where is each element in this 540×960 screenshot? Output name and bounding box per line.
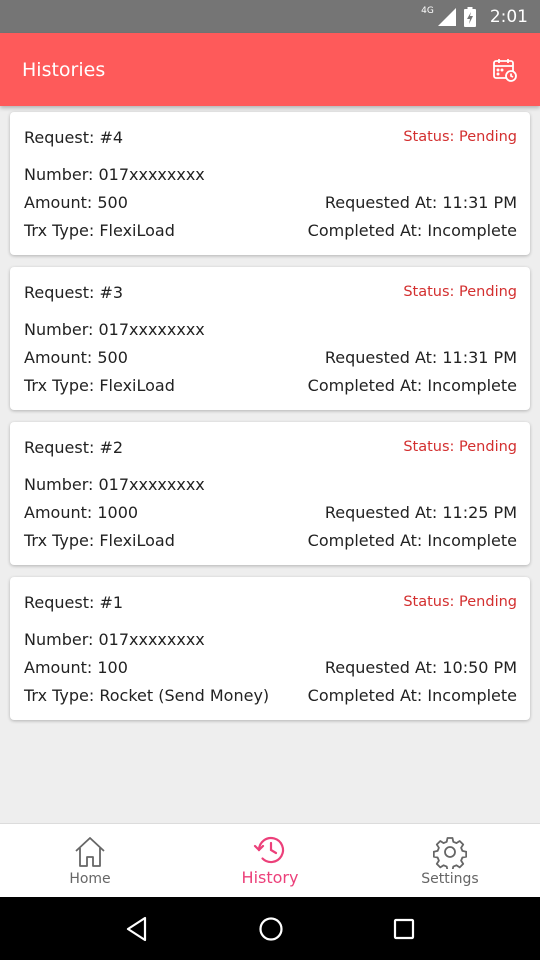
request-card[interactable]: Request: #1 Status: Pending Number: 017x… bbox=[10, 577, 530, 720]
number-text: Number: 017xxxxxxxx bbox=[24, 164, 205, 184]
amount-text: Amount: 500 bbox=[24, 347, 128, 367]
back-icon[interactable] bbox=[125, 916, 149, 942]
gear-icon bbox=[433, 836, 467, 869]
requested-at-text: Requested At: 11:31 PM bbox=[324, 347, 517, 367]
trx-type-text: Trx Type: Rocket (Send Money) bbox=[24, 685, 270, 705]
nav-settings[interactable]: Settings bbox=[360, 824, 540, 897]
trx-type-text: Trx Type: FlexiLoad bbox=[24, 530, 175, 550]
signal-icon bbox=[437, 7, 456, 26]
status-icons: 4G 2:01 bbox=[421, 5, 528, 27]
completed-at-text: Completed At: Incomplete bbox=[307, 530, 517, 550]
number-text: Number: 017xxxxxxxx bbox=[24, 319, 205, 339]
amount-text: Amount: 1000 bbox=[24, 502, 139, 522]
app-bar: Histories bbox=[0, 33, 540, 106]
request-card[interactable]: Request: #3 Status: Pending Number: 017x… bbox=[10, 267, 530, 410]
completed-at-text: Completed At: Incomplete bbox=[307, 375, 517, 395]
completed-at-text: Completed At: Incomplete bbox=[307, 220, 517, 240]
nav-settings-label: Settings bbox=[421, 870, 479, 887]
clock: 2:01 bbox=[489, 6, 528, 27]
page-title: Histories bbox=[22, 58, 106, 81]
nav-home[interactable]: Home bbox=[0, 824, 180, 897]
nav-home-label: Home bbox=[69, 870, 111, 887]
recents-icon[interactable] bbox=[393, 918, 415, 940]
status-text: Status: Pending bbox=[403, 439, 517, 455]
status-text: Status: Pending bbox=[403, 284, 517, 300]
network-type: 4G bbox=[421, 5, 434, 16]
amount-text: Amount: 500 bbox=[24, 192, 128, 212]
request-id: Request: #1 bbox=[24, 592, 124, 612]
calendar-filter-button[interactable] bbox=[490, 55, 520, 85]
home-circle-icon[interactable] bbox=[258, 916, 284, 942]
nav-history-label: History bbox=[241, 868, 299, 887]
trx-type-text: Trx Type: FlexiLoad bbox=[24, 375, 175, 395]
calendar-clock-icon bbox=[493, 58, 517, 82]
requested-at-text: Requested At: 11:25 PM bbox=[324, 502, 517, 522]
system-navigation-bar bbox=[0, 897, 540, 960]
trx-type-text: Trx Type: FlexiLoad bbox=[24, 220, 175, 240]
request-id: Request: #3 bbox=[24, 282, 124, 302]
requested-at-text: Requested At: 10:50 PM bbox=[324, 657, 517, 677]
requested-at-text: Requested At: 11:31 PM bbox=[324, 192, 517, 212]
nav-history[interactable]: History bbox=[180, 824, 360, 897]
bottom-navigation: Home History Settings bbox=[0, 823, 540, 897]
status-text: Status: Pending bbox=[403, 594, 517, 610]
number-text: Number: 017xxxxxxxx bbox=[24, 474, 205, 494]
amount-text: Amount: 100 bbox=[24, 657, 128, 677]
status-text: Status: Pending bbox=[403, 129, 517, 145]
request-card[interactable]: Request: #4 Status: Pending Number: 017x… bbox=[10, 112, 530, 255]
request-card[interactable]: Request: #2 Status: Pending Number: 017x… bbox=[10, 422, 530, 565]
history-icon bbox=[253, 836, 285, 864]
battery-icon bbox=[463, 6, 476, 27]
number-text: Number: 017xxxxxxxx bbox=[24, 629, 205, 649]
home-icon bbox=[75, 836, 105, 867]
request-id: Request: #2 bbox=[24, 437, 124, 457]
completed-at-text: Completed At: Incomplete bbox=[307, 685, 517, 705]
request-id: Request: #4 bbox=[24, 127, 124, 147]
history-list: Request: #4 Status: Pending Number: 017x… bbox=[10, 112, 530, 732]
system-status-bar: 4G 2:01 bbox=[0, 0, 540, 33]
